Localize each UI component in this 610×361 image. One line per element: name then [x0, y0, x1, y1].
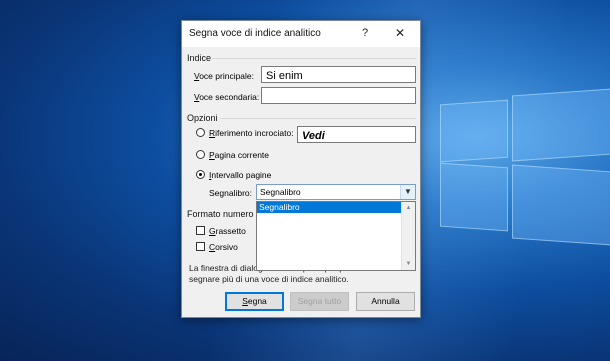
- italic-checkbox[interactable]: [196, 242, 205, 251]
- mark-all-button[interactable]: Segna tutto: [290, 292, 349, 311]
- window-logo-pane-tl: [440, 99, 508, 163]
- main-entry-input[interactable]: Si enim: [261, 66, 416, 83]
- page-range-label: Intervallo pagine: [209, 170, 272, 180]
- section-formato-label: Formato numero d: [187, 209, 262, 219]
- scroll-down-icon[interactable]: ▼: [402, 259, 415, 269]
- cancel-button[interactable]: Annulla: [356, 292, 415, 311]
- main-entry-value: Si enim: [266, 70, 303, 82]
- mark-index-entry-dialog: Segna voce di indice analitico ? ✕ Indic…: [181, 20, 421, 318]
- section-divider: [220, 118, 416, 119]
- dialog-title: Segna voce di indice analitico: [189, 28, 321, 39]
- cross-reference-radio[interactable]: [196, 128, 205, 137]
- cross-reference-label: Riferimento incrociato:: [209, 128, 294, 138]
- page-range-radio[interactable]: [196, 170, 205, 179]
- chevron-down-icon[interactable]: ▼: [400, 185, 415, 199]
- window-logo-pane-br: [512, 164, 610, 246]
- window-logo-pane-tr: [512, 88, 610, 162]
- bold-label: Grassetto: [209, 226, 246, 236]
- bookmark-combo[interactable]: Segnalibro ▼: [256, 184, 416, 200]
- sub-entry-label: Voce secondaria:: [194, 92, 260, 102]
- close-button[interactable]: ✕: [392, 25, 408, 41]
- bookmark-option-selected[interactable]: Segnalibro: [257, 202, 402, 213]
- scroll-up-icon[interactable]: ▲: [402, 203, 415, 213]
- window-logo-pane-bl: [440, 162, 508, 232]
- bookmark-dropdown-list[interactable]: Segnalibro ▲ ▼: [256, 201, 416, 271]
- italic-label: Corsivo: [209, 242, 238, 252]
- dropdown-scrollbar[interactable]: ▲ ▼: [401, 202, 415, 270]
- current-page-label: Pagina corrente: [209, 150, 270, 160]
- cross-reference-input[interactable]: Vedi: [297, 126, 416, 143]
- help-button[interactable]: ?: [357, 25, 373, 41]
- bold-checkbox[interactable]: [196, 226, 205, 235]
- main-entry-label: Voce principale:: [194, 71, 255, 81]
- section-divider: [212, 58, 416, 59]
- bookmark-value: Segnalibro: [260, 187, 301, 197]
- mark-button[interactable]: Segna: [225, 292, 284, 311]
- sub-entry-input[interactable]: [261, 87, 416, 104]
- title-bar: Segna voce di indice analitico ? ✕: [182, 21, 420, 47]
- bookmark-label: Segnalibro:: [209, 188, 253, 198]
- section-opzioni-label: Opzioni: [187, 113, 218, 123]
- current-page-radio[interactable]: [196, 150, 205, 159]
- section-indice-label: Indice: [187, 53, 212, 63]
- cross-reference-value: Vedi: [302, 130, 325, 142]
